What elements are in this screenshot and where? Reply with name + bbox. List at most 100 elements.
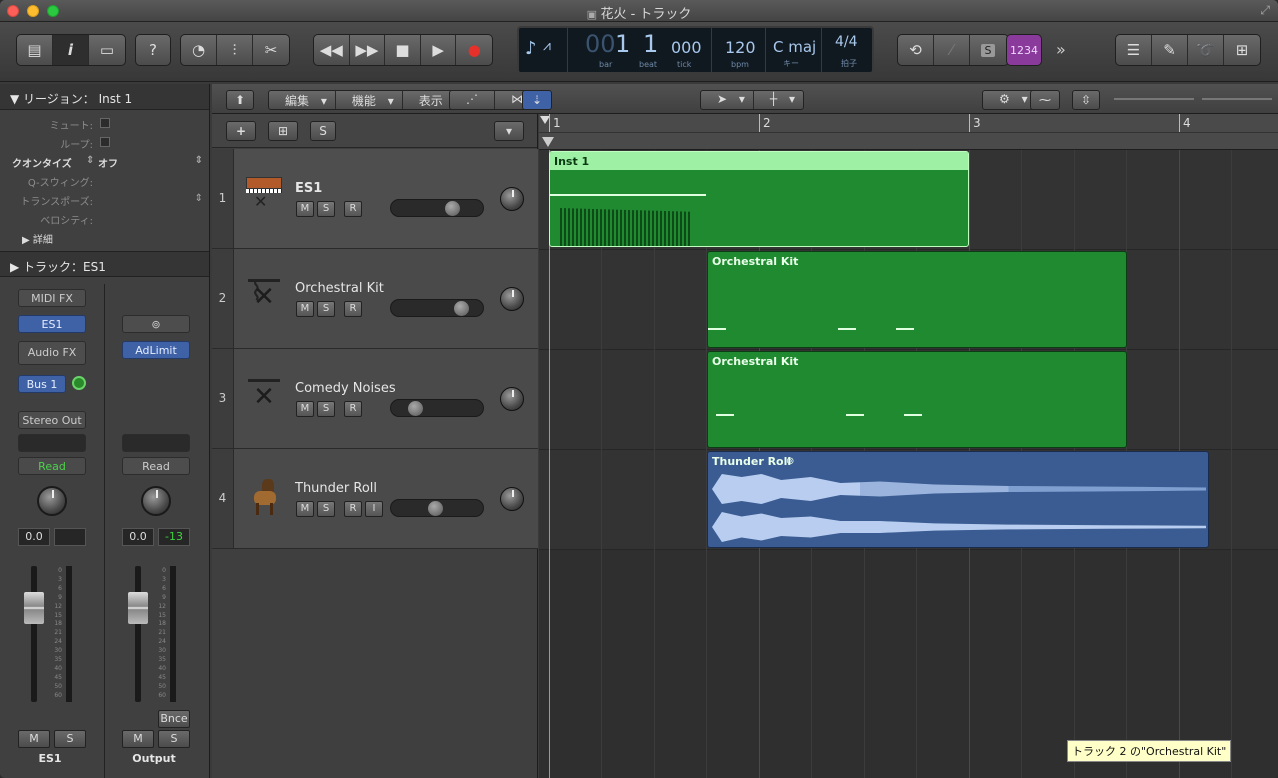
record-enable-button[interactable]: R (344, 501, 362, 517)
mute-checkbox[interactable] (100, 118, 110, 128)
volume-readout[interactable]: 0.0 (18, 528, 50, 546)
mute-button[interactable]: M (18, 730, 50, 748)
tuner-icon[interactable]: ⩘ (543, 38, 551, 54)
midi-region[interactable]: Inst 1 (549, 151, 969, 247)
pan-knob[interactable] (37, 486, 67, 516)
pan-knob[interactable] (500, 287, 524, 311)
audio-region[interactable]: Thunder Roll ⊚ (707, 451, 1209, 548)
playhead-marker-icon[interactable] (542, 137, 554, 147)
edit-menu[interactable]: 編集 ▾ (269, 91, 336, 109)
volume-knob[interactable] (444, 201, 460, 216)
left-tool-menu[interactable]: ➤ ▾ (701, 91, 754, 109)
instrument-slot[interactable]: ES1 (18, 315, 86, 333)
peak-readout[interactable]: -13 (158, 528, 190, 546)
stereo-link-slot[interactable]: ⊚ (122, 315, 190, 333)
volume-fader[interactable] (24, 592, 44, 624)
input-monitor-button[interactable]: I (365, 501, 383, 517)
pan-knob[interactable] (500, 387, 524, 411)
solo-button[interactable]: S (158, 730, 190, 748)
pan-knob[interactable] (141, 486, 171, 516)
param-quantize[interactable]: クオンタイズ ⇕ オフ ⇕ (0, 152, 209, 171)
vertical-zoom-slider[interactable] (1114, 98, 1194, 100)
tuner-button[interactable]: ⁄ (934, 35, 970, 65)
record-enable-button[interactable]: R (344, 401, 362, 417)
key-value[interactable]: C maj (773, 38, 816, 56)
rewind-button[interactable]: ◀◀ (314, 35, 350, 65)
play-button[interactable]: ▶ (421, 35, 457, 65)
loop-checkbox[interactable] (100, 137, 110, 147)
solo-button[interactable]: S (317, 301, 335, 317)
track-row-3[interactable]: 3 ✕ Comedy Noises M S R (212, 349, 538, 449)
forward-button[interactable]: ▶▶ (350, 35, 386, 65)
editors-button[interactable]: ✂ (253, 35, 289, 65)
horizontal-zoom-slider[interactable] (1202, 98, 1272, 100)
volume-slider[interactable] (390, 499, 484, 517)
track-row-2[interactable]: 2 ⌇ ✕ Orchestral Kit M S R (212, 249, 538, 349)
collapse-button[interactable]: ▾ (494, 121, 524, 141)
send-slot[interactable]: Bus 1 (18, 375, 66, 393)
track-header[interactable]: ▶ トラック：ES1 (0, 251, 209, 277)
loop-browser-button[interactable]: ➰ (1188, 35, 1224, 65)
ruler[interactable]: 1 2 3 4 (539, 114, 1278, 150)
mute-button[interactable]: M (296, 201, 314, 217)
audio-fx-slot[interactable]: AdLimit (122, 341, 190, 359)
peak-readout[interactable] (54, 528, 86, 546)
up-button[interactable]: ⬆ (226, 90, 254, 110)
track-name[interactable]: Comedy Noises (295, 381, 396, 396)
solo-button[interactable]: S (317, 201, 335, 217)
volume-slider[interactable] (390, 299, 484, 317)
media-browser-button[interactable]: ⊞ (1224, 35, 1260, 65)
midi-fx-slot[interactable]: MIDI FX (18, 289, 86, 307)
fit-button[interactable]: ⇳ (1072, 90, 1100, 110)
midi-region[interactable]: Orchestral Kit (707, 251, 1127, 348)
volume-knob[interactable] (453, 301, 469, 316)
mute-button[interactable]: M (122, 730, 154, 748)
group-slot[interactable] (122, 434, 190, 452)
record-button[interactable]: ● (456, 35, 492, 65)
track-stack-button[interactable]: ⊞ (268, 121, 298, 141)
volume-knob[interactable] (407, 401, 423, 416)
quick-help-button[interactable]: ? (136, 35, 170, 65)
track-name[interactable]: Orchestral Kit (295, 281, 384, 296)
mute-button[interactable]: M (296, 401, 314, 417)
bounce-button[interactable]: Bnce (158, 710, 190, 728)
pan-knob[interactable] (500, 487, 524, 511)
track-row-1[interactable]: 1 ✕ ES1 M S R (212, 149, 538, 249)
count-in-button[interactable]: 1234 (1007, 35, 1041, 65)
midi-region[interactable]: Orchestral Kit (707, 351, 1127, 448)
tracks-area[interactable]: Inst 1 Orchestral Kit Orchestral Kit Thu… (539, 150, 1278, 778)
automation-mode[interactable]: Read (122, 457, 190, 475)
solo-button[interactable]: S (54, 730, 86, 748)
volume-slider[interactable] (390, 399, 484, 417)
signature-value[interactable]: 4/4 (835, 34, 858, 50)
stop-button[interactable]: ■ (385, 35, 421, 65)
volume-slider[interactable] (390, 199, 484, 217)
solo-mode-button[interactable]: S (970, 35, 1006, 65)
list-editors-button[interactable]: ☰ (1116, 35, 1152, 65)
notepad-button[interactable]: ✎ (1152, 35, 1188, 65)
track-row-4[interactable]: 4 Thunder Roll M S R I (212, 449, 538, 549)
functions-menu[interactable]: 機能 ▾ (336, 91, 403, 109)
mixer-button[interactable]: ⫶ (217, 35, 253, 65)
mute-button[interactable]: M (296, 301, 314, 317)
record-enable-button[interactable]: R (344, 301, 362, 317)
automation-button[interactable]: ⋰ (450, 91, 495, 109)
add-track-button[interactable]: + (226, 121, 256, 141)
tempo-value[interactable]: 120 (725, 38, 756, 57)
track-name[interactable]: ES1 (295, 181, 322, 196)
smart-controls-button[interactable]: ◔ (181, 35, 217, 65)
audio-fx-slot[interactable]: Audio FX (18, 341, 86, 365)
mute-button[interactable]: M (296, 501, 314, 517)
details-disclosure[interactable]: ▶ 詳細 (0, 228, 209, 247)
solo-button[interactable]: S (317, 401, 335, 417)
automation-mode[interactable]: Read (18, 457, 86, 475)
fullscreen-icon[interactable]: ⤢ (1260, 3, 1270, 18)
inspector-button[interactable]: i (53, 35, 89, 65)
param-transpose[interactable]: トランスポーズ: ⇕ (0, 190, 209, 209)
waveform-zoom-button[interactable]: ⁓ (1030, 90, 1060, 110)
pan-knob[interactable] (500, 187, 524, 211)
library-button[interactable]: ▤ (17, 35, 53, 65)
right-tool-menu[interactable]: ┼ ▾ (754, 91, 803, 109)
cycle-button[interactable]: ⟲ (898, 35, 934, 65)
lcd-display[interactable]: ♪ ⩘ 00 1 bar 1 beat 000 tick 120 bpm C m… (517, 26, 874, 74)
